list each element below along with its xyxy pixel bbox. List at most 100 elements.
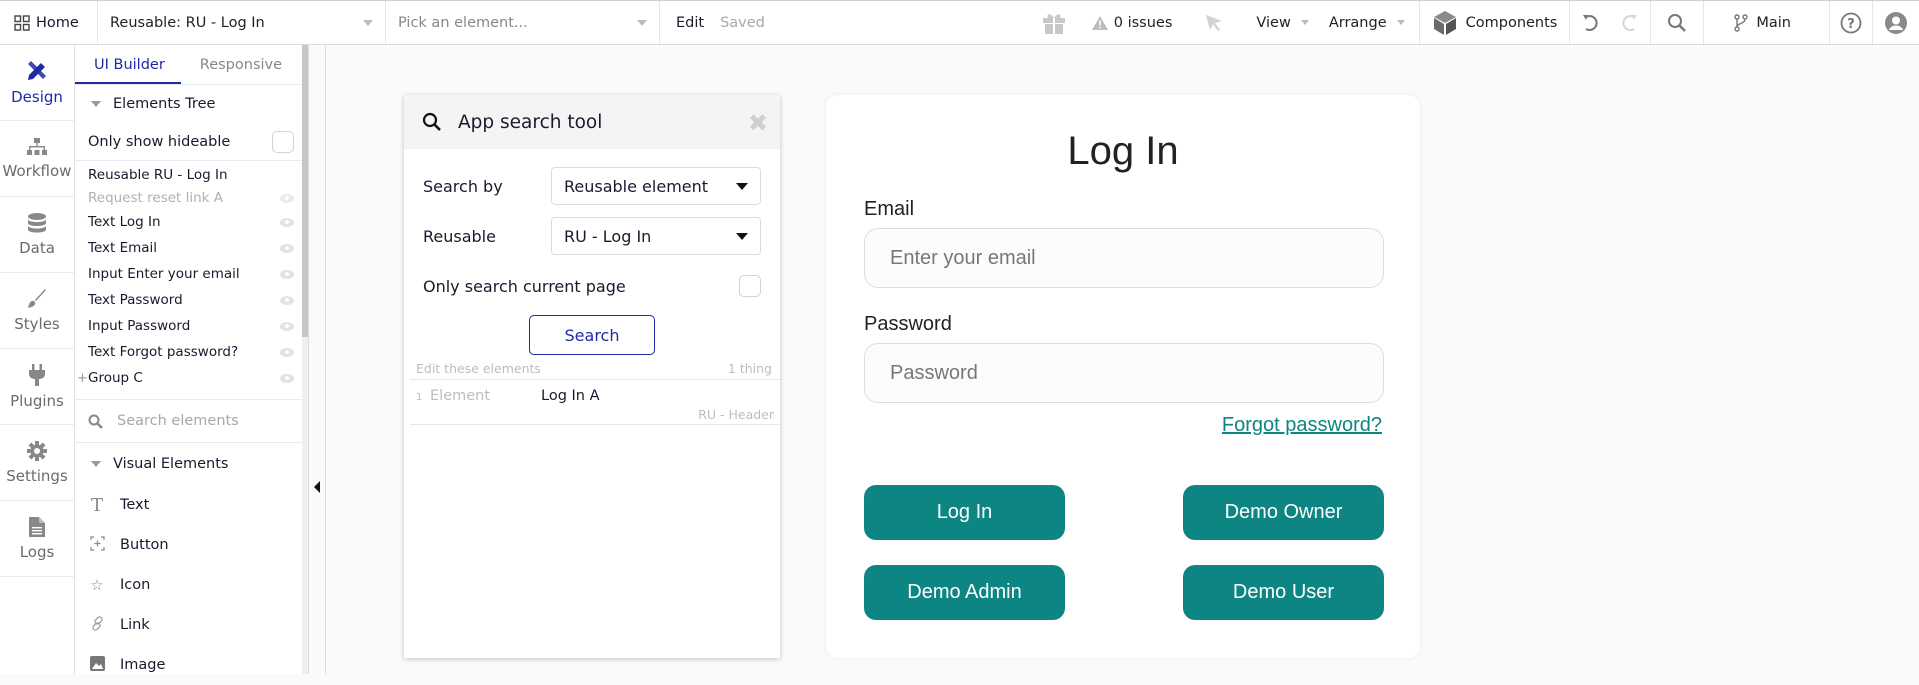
only-show-hideable-label: Only show hideable [88,133,231,150]
tree-item[interactable]: Input Password [75,313,302,339]
tree-item-label: Input Enter your email [88,266,240,282]
plug-icon [29,363,45,386]
issues-button[interactable]: 0 issues [1076,1,1183,44]
tree-item[interactable]: Reusable RU - Log In [75,162,302,187]
visual-element-image[interactable]: Image [75,645,302,685]
rail-item-data[interactable]: Data [0,197,74,273]
result-row[interactable]: 1 Element Log In A RU - Header [410,379,780,425]
link-icon [88,615,106,635]
redo-icon[interactable] [1620,13,1638,33]
login-button[interactable]: Log In [864,485,1065,540]
rail-label: Styles [14,314,60,333]
eye-icon[interactable] [280,347,294,357]
eye-icon[interactable] [280,217,294,227]
password-input[interactable] [864,343,1384,403]
close-icon[interactable]: ✖ [748,109,768,137]
eye-icon[interactable] [280,321,294,331]
email-input[interactable] [864,228,1384,288]
demo-admin-button[interactable]: Demo Admin [864,565,1065,620]
search-by-select[interactable]: Reusable element [551,167,761,205]
expand-plus-icon[interactable]: + [77,371,88,386]
elements-tree: Reusable RU - Log In Request reset link … [75,161,302,391]
demo-owner-button[interactable]: Demo Owner [1183,485,1384,540]
page-select[interactable]: Reusable: RU - Log In [98,1,386,44]
undo-icon[interactable] [1582,13,1600,33]
search-tool-header: App search tool ✖ [404,95,780,149]
only-current-page-checkbox[interactable] [739,275,761,297]
panel-collapse-strip[interactable] [308,45,326,674]
top-toolbar: Home Reusable: RU - Log In Pick an eleme… [0,0,1919,45]
tree-item[interactable]: Text Log In [75,209,302,235]
tree-item[interactable]: Request reset link A [75,187,302,209]
password-label: Password [864,313,952,335]
tree-item[interactable]: Text Forgot password? [75,339,302,365]
tab-responsive[interactable]: Responsive [181,45,301,84]
element-picker-placeholder: Pick an element... [398,14,528,31]
only-show-hideable-checkbox[interactable] [272,130,294,153]
gift-icon [1042,13,1065,34]
demo-user-button[interactable]: Demo User [1183,565,1384,620]
rail-item-plugins[interactable]: Plugins [0,349,74,425]
rail-item-design[interactable]: Design [0,45,74,121]
eye-icon[interactable] [280,243,294,253]
eye-slash-icon[interactable] [280,193,294,203]
elements-tree-header[interactable]: Elements Tree [75,85,302,123]
tree-item-label: Text Forgot password? [88,344,239,360]
home-button[interactable]: Home [0,1,98,44]
results-count: 1 thing [727,360,772,376]
forgot-password-link[interactable]: Forgot password? [1222,414,1382,437]
search-tool-title: App search tool [458,111,603,133]
rail-item-styles[interactable]: Styles [0,273,74,349]
rail-item-settings[interactable]: Settings [0,425,74,501]
tree-item[interactable]: Text Email [75,235,302,261]
gift-button[interactable] [1032,1,1076,44]
rail-item-workflow[interactable]: Workflow [0,121,74,197]
visual-element-text[interactable]: T Text [75,485,302,525]
results-meta: Edit these elements 1 thing [404,355,780,379]
svg-text:?: ? [1847,17,1855,32]
eye-icon[interactable] [280,269,294,279]
collapse-left-icon[interactable] [314,481,320,493]
tree-item[interactable]: + Group C [75,365,302,391]
sitemap-icon [27,137,47,155]
components-button[interactable]: Components [1418,1,1570,44]
reusable-select[interactable]: RU - Log In [551,217,761,255]
help-button[interactable]: ? [1829,1,1872,44]
rail-item-logs[interactable]: Logs [0,501,74,577]
eye-icon[interactable] [280,295,294,305]
element-picker[interactable]: Pick an element... [386,1,660,44]
star-icon: ☆ [90,576,104,594]
visual-element-button[interactable]: Button [75,525,302,565]
tab-ui-builder[interactable]: UI Builder [75,45,181,84]
rail-label: Logs [19,542,55,561]
tree-item-label: Reusable RU - Log In [88,166,228,183]
search-button[interactable] [1650,1,1703,44]
tree-item[interactable]: Input Enter your email [75,261,302,287]
search-elements-field[interactable]: Search elements [75,399,302,443]
arrange-menu[interactable]: Arrange [1319,1,1419,44]
account-button[interactable] [1872,1,1919,44]
tree-item-label: Text Log In [88,214,161,230]
visual-elements-header[interactable]: Visual Elements [75,443,302,485]
login-card: Log In Email Password Forgot password? L… [826,95,1420,658]
visual-element-label: Icon [120,577,151,593]
search-button[interactable]: Search [529,315,655,355]
design-panel: UI Builder Responsive Elements Tree Only… [75,45,302,674]
edit-menu[interactable]: Edit [676,15,704,31]
visual-element-link[interactable]: Link [75,605,302,645]
tree-item[interactable]: Text Password [75,287,302,313]
eye-icon[interactable] [280,373,294,383]
gear-icon [27,440,47,461]
inspect-cursor-button[interactable] [1182,1,1246,44]
view-menu[interactable]: View [1246,1,1318,44]
warning-icon [1091,15,1108,30]
history-controls [1569,1,1650,44]
result-name[interactable]: Log In A [541,388,600,404]
cube-icon [1433,10,1456,35]
rail-label: Workflow [2,161,72,180]
branch-button[interactable]: Main [1703,1,1829,44]
reusable-value: RU - Log In [564,226,652,246]
collapse-triangle-icon [91,461,101,467]
search-by-value: Reusable element [564,176,709,196]
visual-element-icon[interactable]: ☆ Icon [75,565,302,605]
